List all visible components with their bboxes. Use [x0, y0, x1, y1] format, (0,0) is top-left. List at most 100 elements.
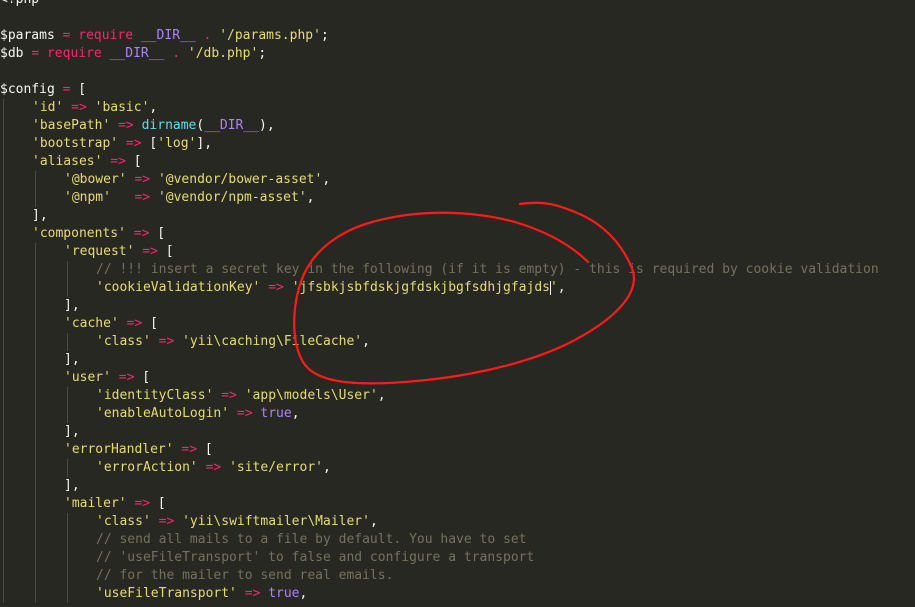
code-line[interactable]: 'cookieValidationKey' => 'jfsbkjsbfdskjg… [0, 279, 915, 297]
punctuation-token: [ [197, 442, 213, 457]
string-token: 'cookieValidationKey' [96, 280, 261, 295]
code-line[interactable]: <?php [0, 0, 915, 9]
code-line[interactable]: $config = [ [0, 81, 915, 99]
constant-token: true [268, 586, 300, 601]
code-line[interactable]: ], [0, 351, 915, 369]
indent-guide [67, 387, 68, 405]
constant-token: __DIR__ [140, 28, 196, 43]
punctuation-token [102, 46, 110, 61]
code-line[interactable]: '@npm' => '@vendor/npm-asset', [0, 189, 915, 207]
indent-guide [35, 297, 36, 315]
indent-guide [67, 459, 68, 477]
indent-guide [35, 243, 36, 261]
code-line[interactable]: 'mailer' => [ [0, 495, 915, 513]
punctuation-token: ; [320, 28, 329, 43]
punctuation-token: ], [64, 352, 80, 367]
string-token: '@bower' [64, 172, 127, 187]
indent-guide [35, 477, 36, 495]
code-line[interactable]: // 'useFileTransport' to false and confi… [0, 549, 915, 567]
code-line[interactable]: 'class' => 'yii\caching\FileCache', [0, 333, 915, 351]
code-line[interactable]: 'request' => [ [0, 243, 915, 261]
string-token: 'errorAction' [96, 460, 198, 475]
code-line[interactable]: ], [0, 423, 915, 441]
indent-guide [3, 369, 4, 387]
indent-guide [3, 387, 4, 405]
punctuation-token: [ [70, 82, 87, 97]
code-line[interactable]: ], [0, 207, 915, 225]
punctuation-token [174, 514, 182, 529]
indent-guide [3, 153, 4, 171]
code-line-content: <?php [0, 0, 39, 7]
code-line[interactable] [0, 63, 915, 81]
code-line[interactable]: 'enableAutoLogin' => true, [0, 405, 915, 423]
operator-token: => [118, 370, 135, 385]
code-line[interactable]: // !!! insert a secret key in the follow… [0, 261, 915, 279]
punctuation-token: , [299, 586, 308, 601]
indent-guide [3, 531, 4, 549]
string-token: '@npm' [64, 190, 111, 205]
code-line-content: 'cache' => [ [0, 316, 158, 331]
string-token: '@vendor/npm-asset' [157, 190, 307, 205]
code-line-content: ], [0, 352, 80, 367]
variable-token: $params [0, 28, 55, 43]
code-line-content: 'mailer' => [ [0, 496, 166, 511]
indent-guide [35, 351, 36, 369]
comment-token: // send all mails to a file by default. … [96, 532, 527, 547]
code-line[interactable]: 'id' => 'basic', [0, 99, 915, 117]
indent-guide [35, 423, 36, 441]
punctuation-token [111, 370, 119, 385]
code-line-content: 'identityClass' => 'app\models\User', [0, 388, 386, 403]
code-line-content: ], [0, 208, 48, 223]
punctuation-token: , [291, 406, 300, 421]
code-line-content: 'components' => [ [0, 226, 165, 241]
string-token: ' [549, 280, 558, 295]
code-editor[interactable]: <?php $params = require __DIR__ . '/param… [0, 0, 915, 603]
string-token: 'yii\swiftmailer\Mailer' [182, 514, 370, 529]
indent-guide [3, 333, 4, 351]
constant-token: true [260, 406, 292, 421]
punctuation-token [87, 100, 95, 115]
code-line-content: 'basePath' => dirname(__DIR__), [0, 118, 275, 133]
indent-guide [35, 567, 36, 585]
indent-guide [35, 333, 36, 351]
punctuation-token [111, 190, 134, 205]
code-line[interactable]: $db = require __DIR__ . '/db.php'; [0, 45, 915, 63]
operator-token: => [134, 190, 151, 205]
indent-guide [3, 315, 4, 333]
code-line[interactable]: 'bootstrap' => ['log'], [0, 135, 915, 153]
punctuation-token [150, 172, 158, 187]
code-line[interactable] [0, 9, 915, 27]
operator-token: => [244, 586, 261, 601]
indent-guide [3, 549, 4, 567]
code-line[interactable]: 'cache' => [ [0, 315, 915, 333]
string-token: 'user' [64, 370, 111, 385]
string-token: 'id' [32, 100, 64, 115]
punctuation-token [284, 280, 292, 295]
code-line[interactable]: $params = require __DIR__ . '/params.php… [0, 27, 915, 45]
code-line[interactable]: 'components' => [ [0, 225, 915, 243]
code-line[interactable]: 'errorHandler' => [ [0, 441, 915, 459]
code-line[interactable]: ], [0, 477, 915, 495]
php-open-tag: <?php [0, 0, 39, 7]
string-token: 'identityClass' [96, 388, 214, 403]
operator-token: => [221, 388, 237, 403]
code-line[interactable]: 'basePath' => dirname(__DIR__), [0, 117, 915, 135]
code-line[interactable]: 'aliases' => [ [0, 153, 915, 171]
code-line[interactable]: 'errorAction' => 'site/error', [0, 459, 915, 477]
code-line[interactable]: ], [0, 297, 915, 315]
indent-guide [35, 387, 36, 405]
operator-token: => [133, 226, 150, 241]
code-line[interactable]: 'useFileTransport' => true, [0, 585, 915, 603]
code-line-content: '@npm' => '@vendor/npm-asset', [0, 190, 314, 205]
code-line[interactable]: // for the mailer to send real emails. [0, 567, 915, 585]
code-line[interactable]: '@bower' => '@vendor/bower-asset', [0, 171, 915, 189]
code-line[interactable]: 'class' => 'yii\swiftmailer\Mailer', [0, 513, 915, 531]
code-line-content: ], [0, 478, 80, 493]
code-line[interactable]: 'identityClass' => 'app\models\User', [0, 387, 915, 405]
code-line[interactable]: // send all mails to a file by default. … [0, 531, 915, 549]
code-line[interactable]: 'user' => [ [0, 369, 915, 387]
string-token: 'bootstrap' [32, 136, 119, 151]
comment-token: // !!! insert a secret key in the follow… [96, 262, 879, 277]
indent-guide [3, 513, 4, 531]
operator-token: => [158, 334, 175, 349]
